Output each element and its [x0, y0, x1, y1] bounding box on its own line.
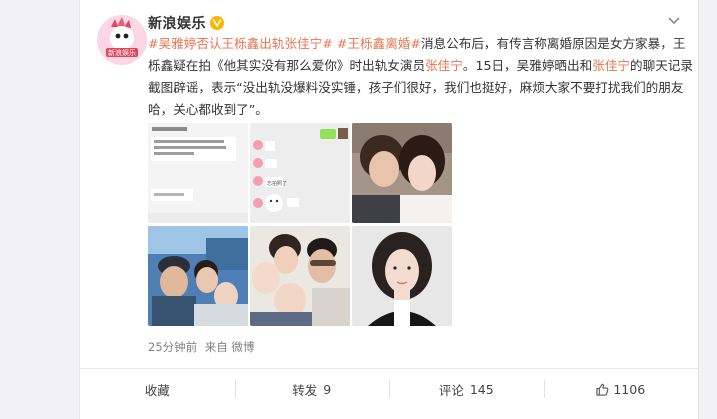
weibo-post-card: 新浪娱乐 新浪娱乐 #吴雅婷否认王栎鑫出轨张佳宁# #王栎鑫离婚#消息公布后，有…: [79, 0, 699, 419]
comment-label: 评论: [438, 382, 464, 398]
chat-screenshot-2[interactable]: 忘拍照了: [250, 123, 350, 223]
favorite-button[interactable]: 收藏: [80, 369, 235, 409]
post-time[interactable]: 25分钟前: [148, 340, 197, 354]
comment-button[interactable]: 评论 145: [389, 369, 544, 409]
post-meta: 25分钟前 来自 微博: [148, 339, 258, 355]
person-link[interactable]: 张佳宁: [425, 58, 463, 73]
repost-label: 转发: [292, 382, 318, 398]
selfie-couple[interactable]: [352, 123, 452, 223]
person-link[interactable]: 张佳宁: [285, 36, 323, 51]
svg-text:新浪娱乐: 新浪娱乐: [108, 48, 136, 57]
post-text-segment: 。15日，吴雅婷晒出和: [462, 58, 593, 73]
svg-text:忘拍照了: 忘拍照了: [267, 180, 287, 187]
family-group-photo[interactable]: [250, 226, 350, 326]
more-chevron-icon[interactable]: [666, 14, 682, 28]
favorite-label: 收藏: [144, 382, 170, 398]
author-name[interactable]: 新浪娱乐: [148, 13, 206, 33]
hashtag-link[interactable]: #: [322, 36, 333, 51]
post-text: #吴雅婷否认王栎鑫出轨张佳宁# #王栎鑫离婚#消息公布后，有传言称离婚原因是女方…: [148, 33, 693, 121]
thumb-up-icon: [596, 383, 609, 396]
person-link[interactable]: 张佳宁: [592, 58, 630, 73]
verified-badge-icon: [210, 16, 224, 30]
repost-button[interactable]: 转发 9: [234, 369, 390, 409]
author-row: 新浪娱乐: [148, 13, 224, 33]
hashtag-link[interactable]: #吴雅婷否认王栎鑫出轨: [148, 36, 285, 51]
post-source: 来自 微博: [204, 340, 255, 354]
hashtag-link[interactable]: #王栎鑫离婚#: [337, 36, 421, 51]
author-avatar[interactable]: 新浪娱乐: [97, 15, 147, 65]
repost-count: 9: [323, 381, 332, 397]
like-button[interactable]: 1106: [543, 369, 699, 409]
action-bar: 收藏 转发 9 评论 145 1106: [80, 368, 698, 409]
family-outdoor-selfie[interactable]: [148, 226, 248, 326]
portrait-woman[interactable]: [352, 226, 452, 326]
like-count: 1106: [613, 381, 646, 397]
image-grid: 忘拍照了: [148, 123, 453, 326]
chat-screenshot-1[interactable]: [148, 123, 248, 223]
comment-count: 145: [469, 381, 494, 397]
